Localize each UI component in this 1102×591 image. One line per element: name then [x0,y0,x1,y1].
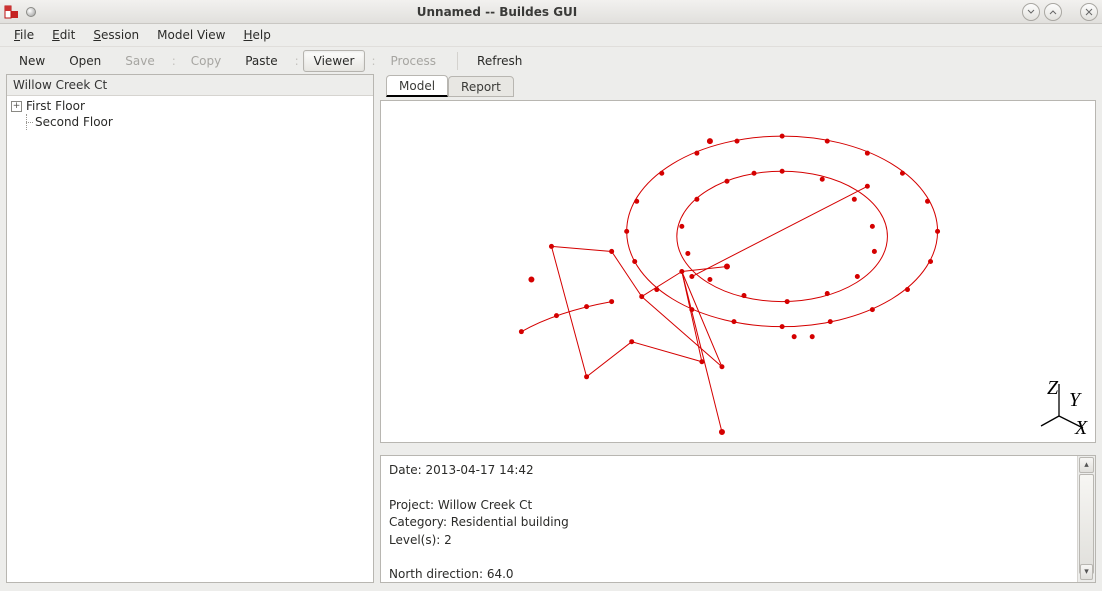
toolbar-separator-icon: : [295,54,299,68]
tab-report[interactable]: Report [448,76,514,97]
toolbar: New Open Save : Copy Paste : Viewer : Pr… [0,46,1102,74]
model-drawing [381,101,1095,442]
vertical-splitter[interactable] [380,447,1096,451]
paste-button[interactable]: Paste [234,50,288,72]
menubar: File Edit Session Model View Help [0,24,1102,46]
save-button: Save [114,50,165,72]
expand-icon[interactable]: + [11,101,22,112]
model-viewer[interactable]: Z Y X [380,100,1096,443]
scroll-down-button[interactable]: ▾ [1080,564,1093,580]
window-titlebar: Unnamed -- Buildes GUI [0,0,1102,24]
tree-item-first-floor[interactable]: + First Floor [7,98,373,114]
close-button[interactable] [1080,3,1098,21]
maximize-button[interactable] [1044,3,1062,21]
svg-text:Y: Y [1069,389,1082,411]
viewer-button[interactable]: Viewer [303,50,366,72]
toolbar-separator-icon: : [172,54,176,68]
tree-item-second-floor[interactable]: Second Floor [7,114,373,130]
log-text[interactable]: Date: 2013-04-17 14:42 Project: Willow C… [381,456,1077,582]
window-title: Unnamed -- Buildes GUI [36,5,1018,19]
axis-gizmo: Z Y X [1039,376,1089,436]
tree-header[interactable]: Willow Creek Ct [7,75,373,96]
log-panel: Date: 2013-04-17 14:42 Project: Willow C… [380,455,1096,583]
tree-body[interactable]: + First Floor Second Floor [7,96,373,582]
svg-text:Z: Z [1047,377,1059,399]
process-button: Process [380,50,448,72]
tree-item-label: Second Floor [35,115,113,129]
refresh-button[interactable]: Refresh [466,50,533,72]
status-dot-icon [26,7,36,17]
statusbar [0,583,1102,591]
menu-session[interactable]: Session [85,26,147,44]
menu-model-view[interactable]: Model View [149,26,233,44]
tab-model[interactable]: Model [386,75,448,97]
project-tree-panel: Willow Creek Ct + First Floor Second Flo… [6,74,374,583]
menu-file[interactable]: File [6,26,42,44]
menu-help[interactable]: Help [235,26,278,44]
new-button[interactable]: New [8,50,56,72]
toolbar-divider-icon [457,52,458,70]
scroll-up-button[interactable]: ▴ [1079,457,1094,473]
minimize-button[interactable] [1022,3,1040,21]
tree-connector-icon [21,114,33,130]
tree-item-label: First Floor [26,99,85,113]
menu-edit[interactable]: Edit [44,26,83,44]
app-icon [4,4,20,20]
toolbar-separator-icon: : [371,54,375,68]
scroll-track[interactable] [1079,474,1094,564]
log-scrollbar[interactable]: ▴ ▾ [1077,456,1095,582]
open-button[interactable]: Open [58,50,112,72]
copy-button: Copy [180,50,232,72]
viewer-tabstrip: Model Report [380,74,1096,96]
svg-text:X: X [1074,417,1088,436]
scroll-thumb[interactable] [1079,474,1094,574]
